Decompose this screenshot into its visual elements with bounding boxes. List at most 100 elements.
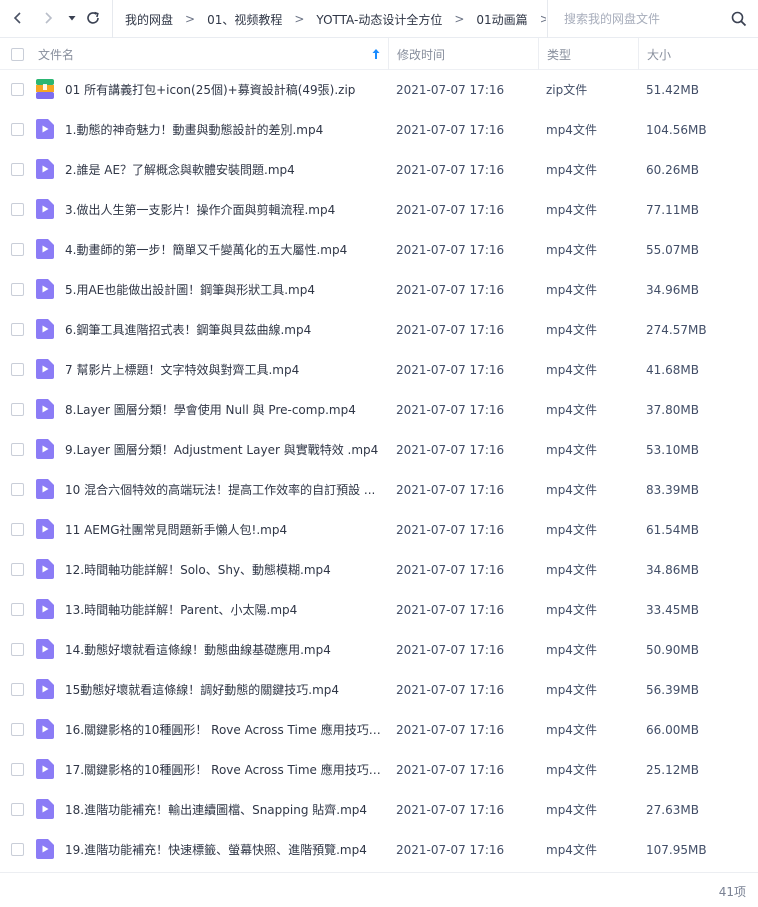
chevron-left-icon (13, 12, 21, 24)
breadcrumb-separator: > (185, 12, 196, 26)
file-row[interactable]: 10 混合六個特效的高端玩法！提高工作效率的自訂預設 ... 2021-07-07… (0, 470, 758, 510)
column-size-label: 大小 (647, 47, 672, 62)
row-checkbox[interactable] (11, 683, 24, 696)
file-modified-time: 2021-07-07 17:16 (396, 363, 505, 377)
file-modified-time: 2021-07-07 17:16 (396, 123, 505, 137)
file-row[interactable]: 7 幫影片上標題！文字特效與對齊工具.mp4 2021-07-07 17:16 mp… (0, 350, 758, 390)
row-checkbox[interactable] (11, 363, 24, 376)
file-type: mp4文件 (546, 563, 597, 577)
file-modified-time: 2021-07-07 17:16 (396, 683, 505, 697)
video-file-icon (36, 119, 54, 139)
row-checkbox[interactable] (11, 443, 24, 456)
file-row[interactable]: 8.Layer 圖層分類！學會使用 Null 與 Pre-comp.mp4 202… (0, 390, 758, 430)
file-row[interactable]: 3.做出人生第一支影片！操作介面與剪輯流程.mp4 2021-07-07 17:1… (0, 190, 758, 230)
row-checkbox[interactable] (11, 763, 24, 776)
status-bar: 41项 (0, 872, 758, 907)
column-size-header[interactable]: 大小 (638, 38, 758, 70)
file-size: 60.26MB (646, 163, 699, 177)
video-file-icon (36, 559, 54, 579)
row-checkbox[interactable] (11, 483, 24, 496)
file-modified-time: 2021-07-07 17:16 (396, 163, 505, 177)
file-row[interactable]: 4.動畫師的第一步！簡單又千變萬化的五大屬性.mp4 2021-07-07 17:… (0, 230, 758, 270)
history-dropdown-button[interactable] (62, 7, 82, 29)
file-row[interactable]: 9.Layer 圖層分類！Adjustment Layer 與實戰特效 .mp4… (0, 430, 758, 470)
breadcrumb-item[interactable]: YOTTA-动态设计全方位 (316, 11, 442, 28)
search-icon[interactable] (730, 10, 748, 28)
video-file-icon (36, 319, 54, 339)
file-size: 83.39MB (646, 483, 699, 497)
row-checkbox[interactable] (11, 243, 24, 256)
breadcrumb-item[interactable]: 01、视频教程 (207, 11, 282, 28)
file-modified-time: 2021-07-07 17:16 (396, 323, 505, 337)
breadcrumb-item[interactable]: 我的网盘 (125, 11, 173, 28)
refresh-button[interactable] (82, 7, 104, 29)
row-checkbox[interactable] (11, 803, 24, 816)
sort-ascending-icon[interactable] (370, 47, 382, 61)
file-row[interactable]: 2.誰是 AE？了解概念與軟體安裝問題.mp4 2021-07-07 17:16 m… (0, 150, 758, 190)
row-checkbox[interactable] (11, 643, 24, 656)
file-row[interactable]: 11 AEMG社團常見問題新手懶人包!.mp4 2021-07-07 17:16 m… (0, 510, 758, 550)
breadcrumb-item-current[interactable]: 01动画篇 (476, 11, 527, 28)
back-button[interactable] (7, 7, 29, 29)
column-modified-label: 修改时间 (397, 47, 446, 62)
file-type: mp4文件 (546, 163, 597, 177)
file-name: 19.進階功能補充！快速標籤、螢幕快照、進階預覽.mp4 (65, 843, 367, 857)
column-header: 文件名 修改时间 类型 大小 (0, 38, 758, 70)
file-modified-time: 2021-07-07 17:16 (396, 203, 505, 217)
file-row[interactable]: 01 所有講義打包+icon(25個)+募資設計稿(49張).zip 2021-0… (0, 70, 758, 110)
select-all-checkbox[interactable] (11, 47, 24, 61)
file-row[interactable]: 1.動態的神奇魅力！動畫與動態設計的差別.mp4 2021-07-07 17:16… (0, 110, 758, 150)
file-modified-time: 2021-07-07 17:16 (396, 563, 505, 577)
file-type: mp4文件 (546, 523, 597, 537)
file-size: 34.96MB (646, 283, 699, 297)
file-type: mp4文件 (546, 443, 597, 457)
search-box (547, 0, 758, 38)
file-modified-time: 2021-07-07 17:16 (396, 443, 505, 457)
file-row[interactable]: 14.動態好壞就看這條線！動態曲線基礎應用.mp4 2021-07-07 17:1… (0, 630, 758, 670)
file-size: 33.45MB (646, 603, 699, 617)
file-row[interactable]: 18.進階功能補充！輸出連續圖檔、Snapping 貼齊.mp4 2021-07-… (0, 790, 758, 830)
column-type-header[interactable]: 类型 (538, 38, 638, 70)
file-row[interactable]: 12.時間軸功能詳解！Solo、Shy、動態模糊.mp4 2021-07-07 1… (0, 550, 758, 590)
column-modified-header[interactable]: 修改时间 (388, 38, 538, 70)
file-type: mp4文件 (546, 643, 597, 657)
video-file-icon (36, 159, 54, 179)
row-checkbox[interactable] (11, 283, 24, 296)
row-checkbox[interactable] (11, 163, 24, 176)
file-row[interactable]: 19.進階功能補充！快速標籤、螢幕快照、進階預覽.mp4 2021-07-07 1… (0, 830, 758, 870)
video-file-icon (36, 199, 54, 219)
file-row[interactable]: 17.關鍵影格的10種圓形！ Rove Across Time 應用技巧....… (0, 750, 758, 790)
file-row[interactable]: 5.用AE也能做出設計圖！鋼筆與形狀工具.mp4 2021-07-07 17:16… (0, 270, 758, 310)
file-modified-time: 2021-07-07 17:16 (396, 763, 505, 777)
row-checkbox[interactable] (11, 723, 24, 736)
file-row[interactable]: 13.時間軸功能詳解！Parent、小太陽.mp4 2021-07-07 17:1… (0, 590, 758, 630)
row-checkbox[interactable] (11, 603, 24, 616)
item-count: 41项 (718, 885, 746, 899)
column-name-header[interactable]: 文件名 (38, 38, 388, 70)
search-input[interactable] (564, 12, 724, 26)
row-checkbox[interactable] (11, 523, 24, 536)
file-modified-time: 2021-07-07 17:16 (396, 803, 505, 817)
file-row[interactable]: 16.關鍵影格的10種圓形！ Rove Across Time 應用技巧....… (0, 710, 758, 750)
row-checkbox[interactable] (11, 83, 24, 96)
file-row[interactable]: 15動態好壞就看這條線！調好動態的關鍵技巧.mp4 2021-07-07 17:1… (0, 670, 758, 710)
file-list: 01 所有講義打包+icon(25個)+募資設計稿(49張).zip 2021-0… (0, 70, 758, 870)
row-checkbox[interactable] (11, 843, 24, 856)
column-type-label: 类型 (547, 47, 572, 62)
file-name: 1.動態的神奇魅力！動畫與動態設計的差別.mp4 (65, 123, 324, 137)
video-file-icon (36, 239, 54, 259)
file-size: 61.54MB (646, 523, 699, 537)
video-file-icon (36, 359, 54, 379)
file-row[interactable]: 6.鋼筆工具進階招式表！鋼筆與貝茲曲線.mp4 2021-07-07 17:16 m… (0, 310, 758, 350)
forward-button[interactable] (37, 7, 59, 29)
breadcrumb: 我的网盘 > 01、视频教程 > YOTTA-动态设计全方位 > 01动画篇 > (112, 0, 546, 38)
file-size: 51.42MB (646, 83, 699, 97)
file-name: 18.進階功能補充！輸出連續圖檔、Snapping 貼齊.mp4 (65, 803, 368, 817)
row-checkbox[interactable] (11, 403, 24, 416)
row-checkbox[interactable] (11, 323, 24, 336)
row-checkbox[interactable] (11, 203, 24, 216)
row-checkbox[interactable] (11, 123, 24, 136)
row-checkbox[interactable] (11, 563, 24, 576)
file-name: 14.動態好壞就看這條線！動態曲線基礎應用.mp4 (65, 643, 331, 657)
file-modified-time: 2021-07-07 17:16 (396, 603, 505, 617)
